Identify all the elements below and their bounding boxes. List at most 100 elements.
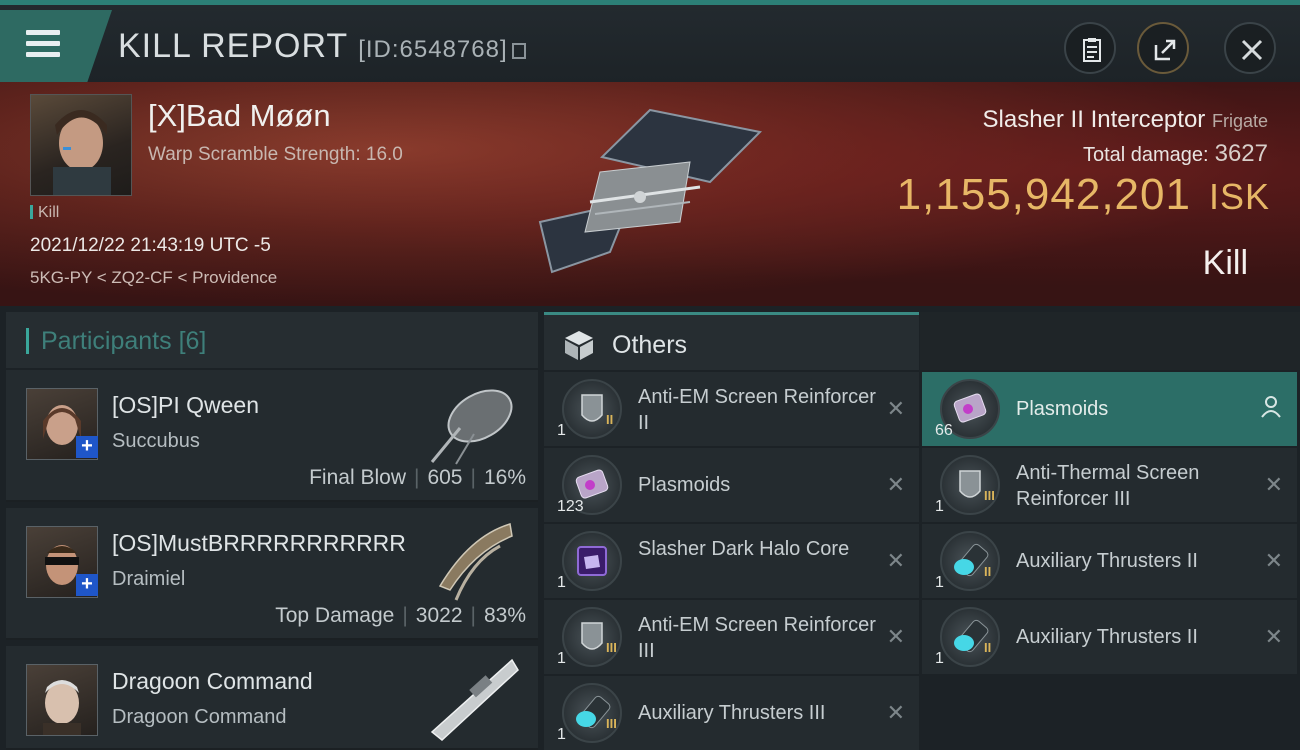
item-icon xyxy=(940,455,1000,515)
item-tier: II xyxy=(606,412,614,427)
item-quantity: 66 xyxy=(935,422,953,439)
ship-class: Frigate xyxy=(1211,111,1268,131)
kill-result: Kill xyxy=(1202,244,1248,282)
user-icon[interactable] xyxy=(1261,396,1281,418)
remove-icon[interactable]: ✕ xyxy=(887,624,905,650)
stat-label: Final Blow xyxy=(309,466,406,489)
participant-ship: Succubus xyxy=(112,430,200,452)
item-quantity: 123 xyxy=(557,498,584,515)
participant-ship: Draimiel xyxy=(112,568,186,590)
item-tier: III xyxy=(984,488,995,503)
item-row[interactable]: 1 Slasher Dark Halo Core ✕ xyxy=(544,524,919,598)
item-name: Anti-Thermal Screen Reinforcer III xyxy=(1016,462,1200,510)
participant-name: Dragoon Command xyxy=(112,668,313,694)
total-damage-label: Total damage: xyxy=(1082,144,1209,166)
clipboard-button[interactable] xyxy=(1064,22,1116,74)
report-id: [ID:6548768] xyxy=(358,36,508,63)
isk-amount: 1,155,942,201 xyxy=(896,170,1191,219)
participant-name: [OS]MustBRRRRRRRRRRR xyxy=(112,530,406,556)
item-quantity: 1 xyxy=(557,574,566,591)
add-contact-icon[interactable]: + xyxy=(76,574,98,596)
participants-label-text: Participants xyxy=(41,327,172,355)
item-tier: II xyxy=(984,640,992,655)
remove-icon[interactable]: ✕ xyxy=(887,472,905,498)
page-title: KILL REPORT [ID:6548768] xyxy=(118,27,526,66)
stat-damage: 3022 xyxy=(415,604,463,627)
item-name: Auxiliary Thrusters II xyxy=(1016,626,1198,648)
item-row[interactable]: III 1 Anti-Thermal Screen Reinforcer III… xyxy=(922,448,1297,522)
share-button[interactable] xyxy=(1137,22,1189,74)
copy-icon[interactable] xyxy=(511,43,526,59)
item-name: Plasmoids xyxy=(638,474,731,496)
kill-location: 5KG-PY < ZQ2-CF < Providence xyxy=(30,268,278,287)
item-name: Plasmoids xyxy=(1016,398,1109,420)
warp-scramble-strength: Warp Scramble Strength: 16.0 xyxy=(148,144,403,165)
item-row[interactable]: III 1 Auxiliary Thrusters III ✕ xyxy=(544,676,919,750)
item-icon xyxy=(562,683,622,743)
stat-percent: 83% xyxy=(483,604,526,627)
menu-button[interactable] xyxy=(0,10,112,82)
remove-icon[interactable]: ✕ xyxy=(1265,624,1283,650)
item-name: Auxiliary Thrusters III xyxy=(638,702,826,724)
isk-unit: ISK xyxy=(1208,176,1270,217)
close-button[interactable] xyxy=(1224,22,1276,74)
item-quantity: 1 xyxy=(557,422,566,439)
isk-value: 1,155,942,201 ISK xyxy=(897,170,1270,220)
item-tier: II xyxy=(984,564,992,579)
item-quantity: 1 xyxy=(557,650,566,667)
item-name: Slasher Dark Halo Core xyxy=(638,538,850,560)
ship-icon xyxy=(430,658,519,741)
item-icon xyxy=(562,607,622,667)
item-quantity: 1 xyxy=(557,726,566,743)
victim-ship: Slasher II Interceptor Frigate xyxy=(983,106,1268,134)
victim-name: [X]Bad Møøn xyxy=(148,98,331,133)
participant-row[interactable]: + [OS]PI Qween Succubus Final Blow | 605 | 1… xyxy=(6,370,538,502)
ship-icon xyxy=(438,523,513,601)
participant-ship: Dragoon Command xyxy=(112,706,287,728)
empty-area xyxy=(920,675,1300,750)
participants-label: Participants [6] xyxy=(26,327,206,356)
participant-avatar xyxy=(26,664,98,736)
add-contact-icon[interactable]: + xyxy=(76,436,98,458)
item-icon xyxy=(940,531,1000,591)
item-row[interactable]: III 1 Anti-EM Screen Reinforcer III ✕ xyxy=(544,600,919,674)
item-name: Auxiliary Thrusters II xyxy=(1016,550,1198,572)
remove-icon[interactable]: ✕ xyxy=(1265,548,1283,574)
item-row[interactable]: II 1 Auxiliary Thrusters II ✕ xyxy=(922,524,1297,598)
item-row[interactable]: II 1 Anti-EM Screen Reinforcer II ✕ xyxy=(544,372,919,446)
kill-datetime: 2021/12/22 21:43:19 UTC -5 xyxy=(30,235,271,256)
item-tier: III xyxy=(606,640,617,655)
participant-stats: Top Damage | 3022 | 83% xyxy=(275,604,526,627)
others-header-extension xyxy=(920,312,1300,370)
item-quantity: 1 xyxy=(935,574,944,591)
victim-banner: [X]Bad Møøn Warp Scramble Strength: 16.0… xyxy=(0,82,1300,306)
ship-name: Slasher II Interceptor xyxy=(982,106,1206,133)
item-row[interactable]: 123 Plasmoids ✕ xyxy=(544,448,919,522)
victim-ship-image xyxy=(530,102,770,287)
remove-icon[interactable]: ✕ xyxy=(887,700,905,726)
stat-damage: 605 xyxy=(427,466,463,489)
participants-header[interactable]: Participants [6] xyxy=(6,312,538,368)
participant-stats: Final Blow | 605 | 16% xyxy=(309,466,526,489)
item-icon xyxy=(562,379,622,439)
item-row-selected[interactable]: 66 Plasmoids xyxy=(922,372,1297,446)
kill-tag: Kill xyxy=(30,204,59,222)
others-label: Others xyxy=(612,331,688,359)
item-quantity: 1 xyxy=(935,650,944,667)
remove-icon[interactable]: ✕ xyxy=(1265,472,1283,498)
participants-count: [6] xyxy=(178,327,207,355)
item-name: Anti-EM Screen Reinforcer III xyxy=(638,614,876,662)
item-icon xyxy=(940,607,1000,667)
participant-row[interactable]: Dragoon Command Dragoon Command xyxy=(6,646,538,750)
participant-row[interactable]: + [OS]MustBRRRRRRRRRRR Draimiel Top Dama… xyxy=(6,508,538,640)
victim-portrait xyxy=(30,94,132,196)
share-icon xyxy=(1154,39,1176,61)
others-tab[interactable]: Others xyxy=(544,312,919,370)
item-row[interactable]: II 1 Auxiliary Thrusters II ✕ xyxy=(922,600,1297,674)
remove-icon[interactable]: ✕ xyxy=(887,548,905,574)
remove-icon[interactable]: ✕ xyxy=(887,396,905,422)
ship-icon xyxy=(430,389,513,465)
top-bar: KILL REPORT [ID:6548768] xyxy=(0,0,1300,82)
close-icon xyxy=(1241,39,1263,61)
item-name: Anti-EM Screen Reinforcer II xyxy=(638,386,876,434)
